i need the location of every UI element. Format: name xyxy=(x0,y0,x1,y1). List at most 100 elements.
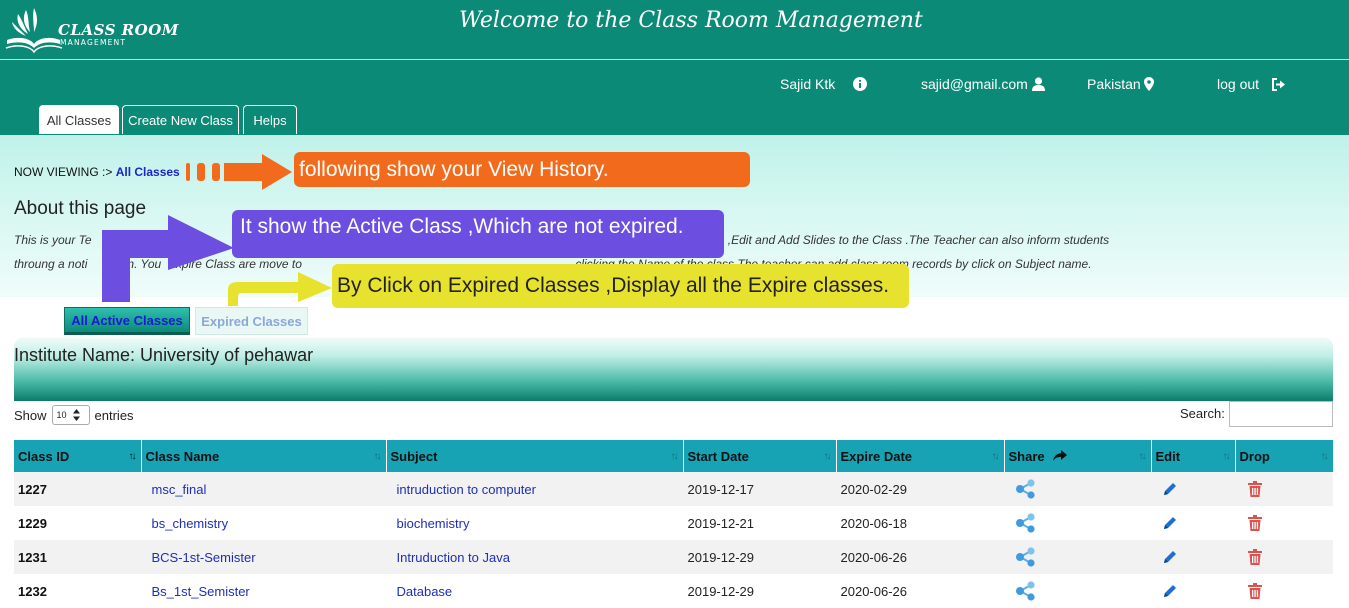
edit-cell xyxy=(1151,540,1235,574)
edit-pencil-icon[interactable] xyxy=(1162,549,1178,565)
sort-icon: ↑↓ xyxy=(128,451,137,462)
sort-icon: ↑↓ xyxy=(1138,451,1147,462)
entries-select[interactable]: 10 xyxy=(51,405,90,425)
breadcrumb: NOW VIEWING :> All Classes xyxy=(14,165,180,179)
expire-date: 2020-06-26 xyxy=(836,574,1004,608)
edit-cell xyxy=(1151,472,1235,506)
expired-class-callout: By Click on Expired Classes ,Display all… xyxy=(332,264,909,308)
sort-icon: ↑↓ xyxy=(823,451,832,462)
logout-link[interactable]: log out xyxy=(1217,76,1286,92)
class-id: 1231 xyxy=(14,540,141,574)
show-entries: Show 10 entries xyxy=(14,405,134,425)
share-icon[interactable] xyxy=(1015,513,1037,533)
table-row: 1231 BCS-1st-Semister Intruduction to Ja… xyxy=(14,540,1333,574)
col-label: Edit xyxy=(1155,448,1181,464)
table-header-row: Class ID ↑↓ Class Name ↑↓ Subject ↑↓ Start … xyxy=(14,440,1334,472)
col-label: Subject xyxy=(390,448,438,464)
expire-date: 2020-06-26 xyxy=(836,540,1004,574)
col-label: Class Name xyxy=(145,448,220,464)
col-label: Share xyxy=(1008,448,1045,464)
history-callout: following show your View History. xyxy=(294,152,750,187)
class-name-link[interactable]: Bs_1st_Semister xyxy=(141,574,386,608)
class-name-link[interactable]: msc_final xyxy=(141,472,386,506)
table-row: 1232 Bs_1st_Semister Database 2019-12-29… xyxy=(14,574,1333,608)
trash-icon[interactable] xyxy=(1247,583,1262,599)
country-link[interactable]: Pakistan xyxy=(1087,76,1154,92)
sort-icon: ↑↓ xyxy=(373,451,382,462)
drop-cell xyxy=(1235,506,1333,540)
classes-table: Class ID ↑↓ Class Name ↑↓ Subject ↑↓ Start … xyxy=(14,440,1334,608)
subject-link[interactable]: intruduction to computer xyxy=(386,472,683,506)
tab-create-new-class[interactable]: Create New Class xyxy=(122,105,239,134)
sort-icon: ↑↓ xyxy=(991,451,1000,462)
edit-pencil-icon[interactable] xyxy=(1162,583,1178,599)
col-drop[interactable]: Drop ↑↓ xyxy=(1235,440,1334,472)
edit-cell xyxy=(1151,506,1235,540)
col-class-id[interactable]: Class ID ↑↓ xyxy=(14,440,142,472)
sort-icon: ↑↓ xyxy=(670,451,679,462)
email-link[interactable]: sajid@gmail.com xyxy=(921,76,1045,92)
welcome-title: Welcome to the Class Room Management xyxy=(459,8,923,33)
edit-cell xyxy=(1151,574,1235,608)
entries-value: 10 xyxy=(56,410,67,420)
top-header: CLASS ROOM MANAGEMENT Welcome to the Cla… xyxy=(0,0,1349,59)
drop-cell xyxy=(1235,540,1333,574)
class-name-link[interactable]: BCS-1st-Semister xyxy=(141,540,386,574)
about-title: About this page xyxy=(14,198,147,219)
col-share[interactable]: Share ↑↓ xyxy=(1004,440,1152,472)
subject-link[interactable]: Intruduction to Java xyxy=(386,540,683,574)
col-subject[interactable]: Subject ↑↓ xyxy=(386,440,684,472)
all-active-classes-tab[interactable]: All Active Classes xyxy=(64,307,190,335)
drop-cell xyxy=(1235,472,1333,506)
col-class-name[interactable]: Class Name ↑↓ xyxy=(141,440,387,472)
class-id: 1232 xyxy=(14,574,141,608)
edit-pencil-icon[interactable] xyxy=(1162,515,1178,531)
table-row: 1227 msc_final intruduction to computer … xyxy=(14,472,1333,506)
institute-banner: Institute Name: University of pehawar xyxy=(14,337,1333,401)
user-name-link[interactable]: Sajid Ktk xyxy=(780,76,868,92)
search-input[interactable] xyxy=(1229,401,1333,427)
col-expire-date[interactable]: Expire Date ↑↓ xyxy=(836,440,1005,472)
breadcrumb-current[interactable]: All Classes xyxy=(116,165,180,179)
trash-icon[interactable] xyxy=(1247,549,1262,565)
start-date: 2019-12-17 xyxy=(683,472,836,506)
share-icon[interactable] xyxy=(1015,547,1037,567)
user-email: sajid@gmail.com xyxy=(921,76,1028,92)
start-date: 2019-12-21 xyxy=(683,506,836,540)
sort-icon: ↑↓ xyxy=(1222,451,1231,462)
col-label: Expire Date xyxy=(840,448,913,464)
trash-icon[interactable] xyxy=(1247,515,1262,531)
start-date: 2019-12-29 xyxy=(683,540,836,574)
sort-icon: ↑↓ xyxy=(1320,451,1329,462)
col-label: Start Date xyxy=(687,448,749,464)
info-icon xyxy=(853,77,868,91)
class-name-link[interactable]: bs_chemistry xyxy=(141,506,386,540)
expired-classes-tab[interactable]: Expired Classes xyxy=(195,307,308,335)
logo[interactable]: CLASS ROOM MANAGEMENT xyxy=(4,4,178,56)
search-label: Search: xyxy=(1180,406,1225,421)
col-start-date[interactable]: Start Date ↑↓ xyxy=(683,440,837,472)
country-name: Pakistan xyxy=(1087,76,1141,92)
share-icon[interactable] xyxy=(1015,581,1037,601)
breadcrumb-prefix: NOW VIEWING :> xyxy=(14,165,113,179)
user-name: Sajid Ktk xyxy=(780,76,836,92)
trash-icon[interactable] xyxy=(1247,481,1262,497)
edit-pencil-icon[interactable] xyxy=(1162,481,1178,497)
tab-helps[interactable]: Helps xyxy=(243,105,297,134)
col-edit[interactable]: Edit ↑↓ xyxy=(1151,440,1236,472)
drop-cell xyxy=(1235,574,1333,608)
subject-link[interactable]: Database xyxy=(386,574,683,608)
table-row: 1229 bs_chemistry biochemistry 2019-12-2… xyxy=(14,506,1333,540)
stepper-arrows-icon xyxy=(72,409,80,421)
show-label: Show xyxy=(14,407,47,423)
tab-all-classes[interactable]: All Classes xyxy=(39,105,119,134)
map-marker-icon xyxy=(1143,77,1154,91)
share-icon[interactable] xyxy=(1015,479,1037,499)
class-id: 1229 xyxy=(14,506,141,540)
logo-title: CLASS ROOM xyxy=(58,21,179,39)
active-class-callout: It show the Active Class ,Which are not … xyxy=(232,210,724,258)
subject-link[interactable]: biochemistry xyxy=(386,506,683,540)
share-cell xyxy=(1004,540,1151,574)
nav-bar: Sajid Ktk sajid@gmail.com Pakistan log o… xyxy=(0,60,1349,135)
logo-subtitle: MANAGEMENT xyxy=(60,38,127,47)
